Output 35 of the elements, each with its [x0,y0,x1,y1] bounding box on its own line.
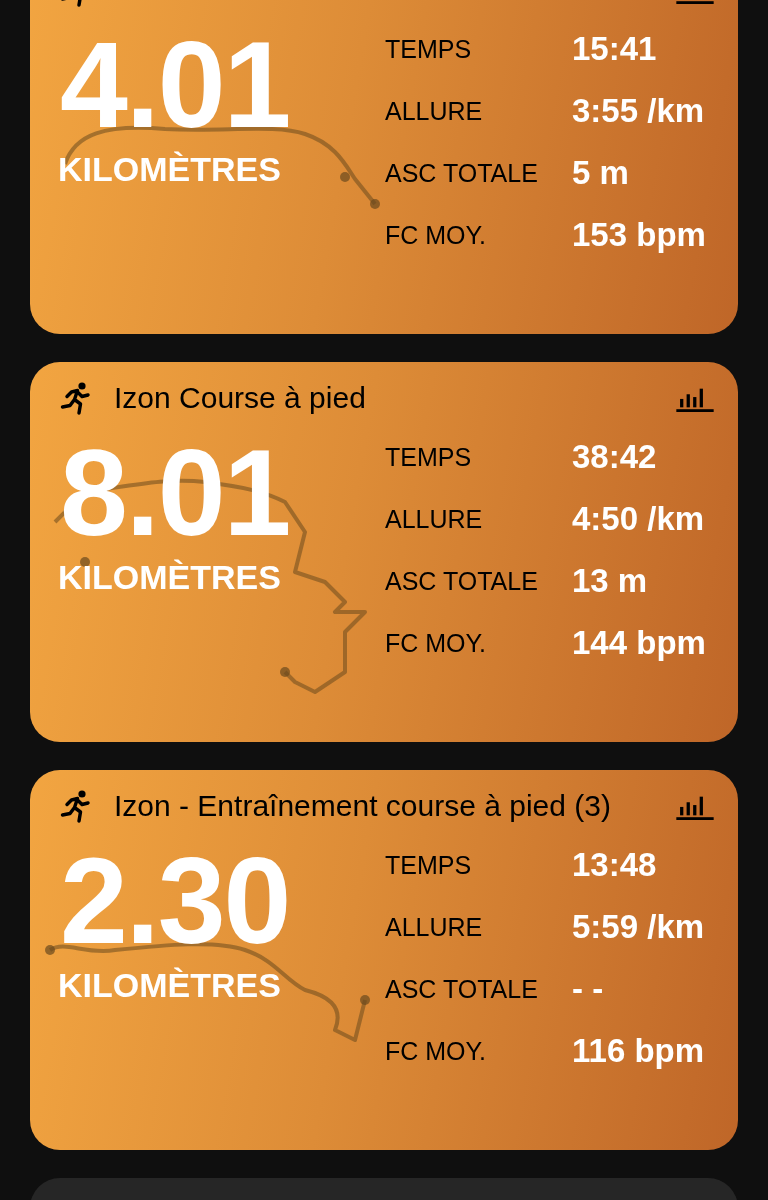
stat-label: TEMPS [385,34,473,65]
stat-value: 4:50 /km [572,500,706,538]
workout-card[interactable]: Izon - Entraînement course à pied (3) 2.30 KILOMÈTRES TEMPS 13:48 ALLURE 5:59 /km ASC TOTALE - - FC MOY. 116 bpm [30,770,738,1150]
stat-label: FC MOY. [385,1036,487,1067]
stat-value: 116 bpm [572,1032,705,1070]
stat-value: - - [572,970,605,1008]
distance-value: 8.01 [60,438,291,548]
stat-value: 5 m [572,154,630,192]
stat-value: 3:55 /km [572,92,706,130]
distance-unit: KILOMÈTRES [58,150,282,189]
stat-label: ASC TOTALE [385,158,539,189]
stat-value: 153 bpm [572,216,706,254]
stat-value: 13:48 [572,846,658,884]
stat-label: ASC TOTALE [385,566,539,597]
stat-value: 5:59 /km [572,908,705,946]
workout-card[interactable]: Izon Course à pied 8.01 KILOMÈTRES TEMPS 38:42 ALLURE 4:50 /km ASC TOTALE 13 m FC MOY. 144 bpm [30,362,738,742]
stat-label: ALLURE [385,96,484,127]
stat-value: 144 bpm [572,624,706,662]
stat-label: TEMPS [385,850,473,881]
stat-label: FC MOY. [385,628,487,659]
workout-card[interactable]: 4.01 KILOMÈTRES TEMPS 15:41 ALLURE 3:55 /km ASC TOTALE 5 m FC MOY. 153 bpm [30,0,738,334]
stat-label: ALLURE [385,504,484,535]
stat-label: ASC TOTALE [385,974,539,1005]
distance-value: 2.30 [60,846,291,956]
workout-title: Izon - Entraînement course à pied (3) [114,789,612,823]
stat-value: 15:41 [572,30,658,68]
distance-unit: KILOMÈTRES [58,558,282,597]
distance-unit: KILOMÈTRES [58,966,282,1005]
workout-title: Izon Course à pied [114,381,367,415]
stat-value: 38:42 [572,438,658,476]
stat-value: 13 m [572,562,649,600]
stat-label: TEMPS [385,442,473,473]
distance-value: 4.01 [60,30,291,140]
stat-label: FC MOY. [385,220,487,251]
stat-label: ALLURE [385,912,484,943]
